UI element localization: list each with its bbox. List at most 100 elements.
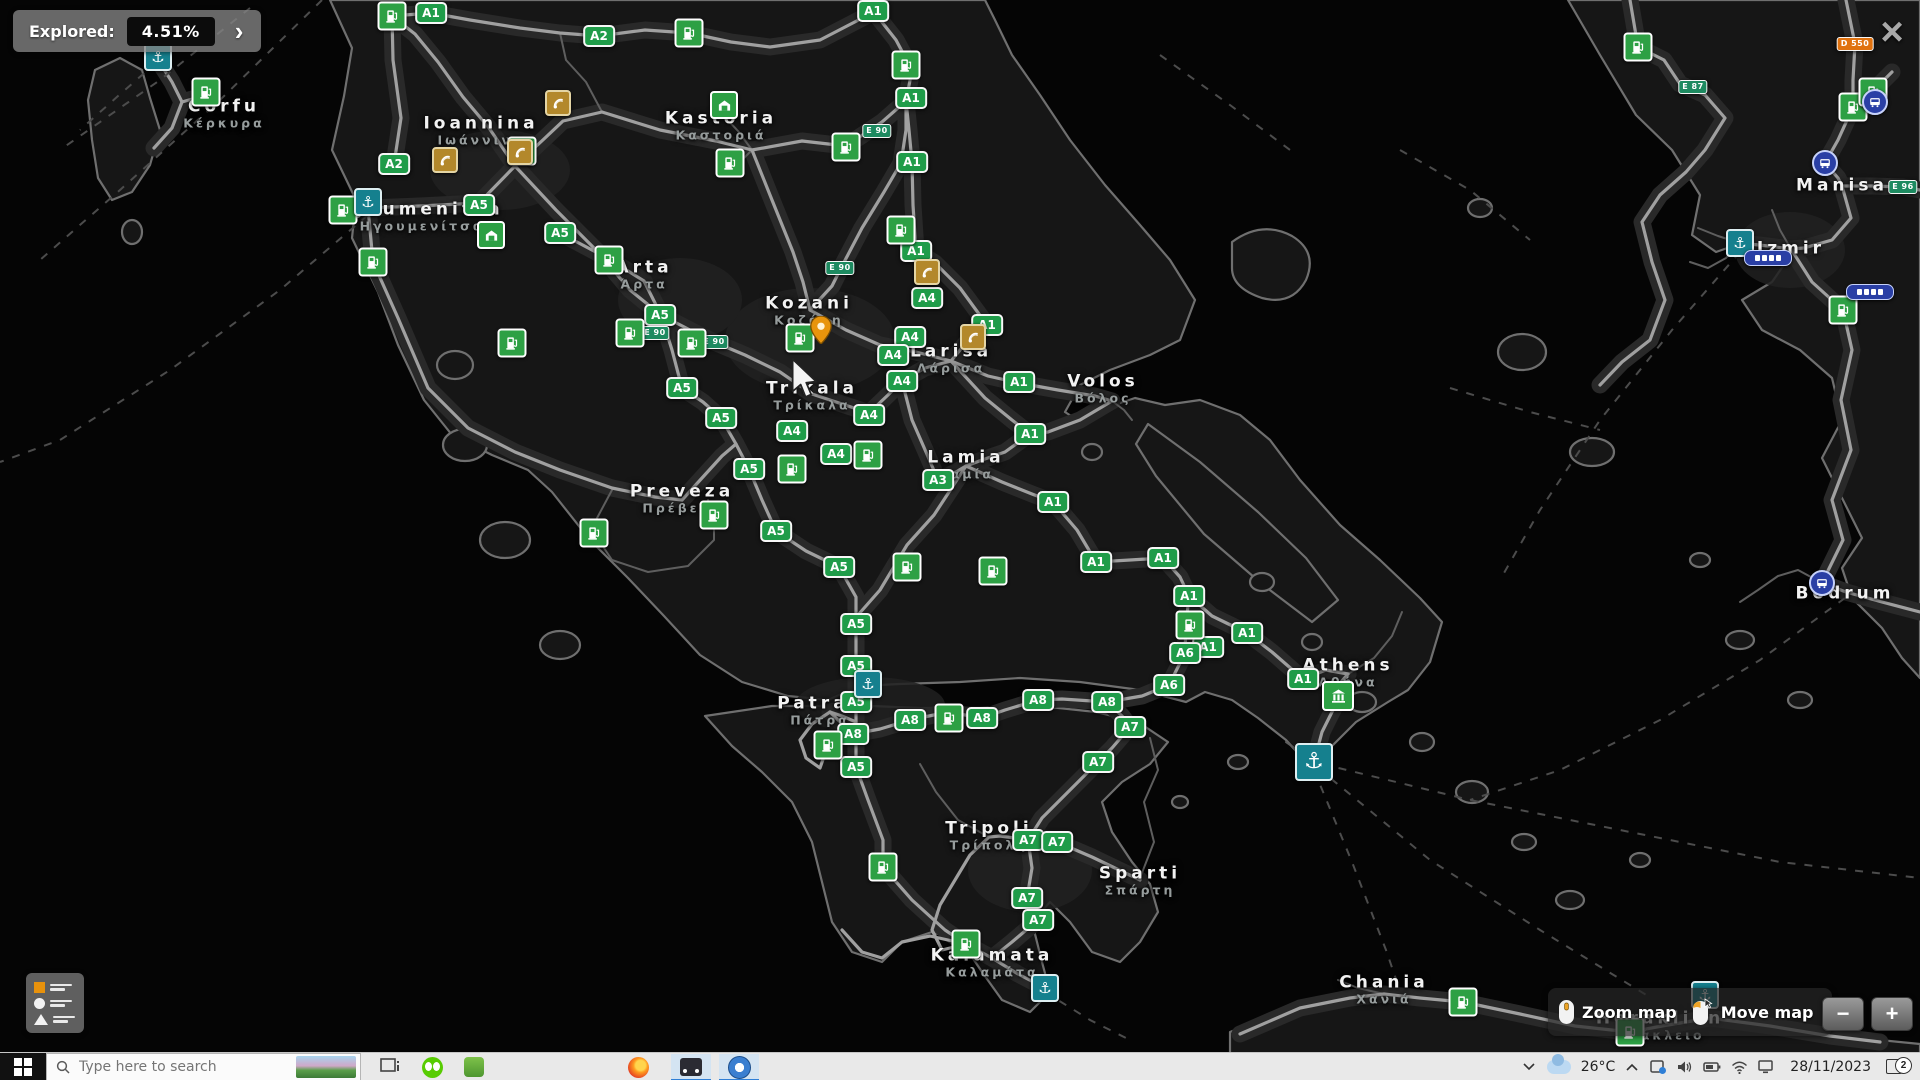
map-app-icon[interactable] (719, 1054, 759, 1080)
legend-row-symbol (34, 982, 72, 993)
search-icon (56, 1060, 70, 1074)
fuel-station-icon (359, 248, 388, 277)
explored-panel: Explored: 4.51% › (13, 10, 261, 52)
road-badge-a7: A7 (1041, 831, 1073, 853)
weather-cloud-icon[interactable] (1546, 1058, 1572, 1076)
viewpoint-icon (914, 259, 940, 285)
fuel-station-icon (893, 553, 922, 582)
road-badge-a1: A1 (1231, 622, 1263, 644)
road-badge-e-96: E 96 (1888, 180, 1917, 194)
map-controls-hint-panel: Zoom map Move map (1548, 988, 1832, 1036)
road-badge-a1: A1 (857, 0, 889, 22)
fuel-station-icon (616, 319, 645, 348)
notification-center-icon[interactable]: 2 (1886, 1058, 1910, 1076)
road-badge-a1: A1 (1287, 668, 1319, 690)
fuel-station-icon (832, 133, 861, 162)
road-badge-a6: A6 (1169, 642, 1201, 664)
road-badge-a4: A4 (911, 287, 943, 309)
road-badge-e-90: E 90 (825, 261, 854, 275)
search-input[interactable] (77, 1058, 266, 1076)
wifi-icon[interactable] (1730, 1058, 1748, 1076)
power-battery-icon[interactable] (1703, 1058, 1721, 1076)
date-label[interactable]: 28/11/2023 (1784, 1058, 1877, 1076)
road-badge-a4: A4 (853, 404, 885, 426)
athens-landmark-icon (1322, 681, 1354, 711)
city-label-kozani: KozaniΚοζάνη (765, 293, 853, 327)
viewpoint-icon (432, 147, 458, 173)
display-connect-icon[interactable] (1757, 1058, 1775, 1076)
legend-row-triangle (34, 1014, 75, 1025)
bus-stop-icon (1812, 150, 1838, 176)
close-map-icon[interactable]: × (1868, 8, 1916, 56)
start-button[interactable] (0, 1053, 46, 1080)
fuel-station-icon (869, 853, 898, 882)
road-badge-a1: A1 (896, 151, 928, 173)
tray-device-icon[interactable] (1649, 1058, 1667, 1076)
road-badge-a5: A5 (760, 520, 792, 542)
ets2-app-icon[interactable] (671, 1054, 711, 1080)
legend-row-circle (34, 998, 72, 1009)
road-badge-a7: A7 (1022, 909, 1054, 931)
fuel-station-icon (1449, 988, 1478, 1017)
zoom-in-button[interactable]: + (1871, 997, 1913, 1031)
fuel-station-icon (1624, 33, 1653, 62)
city-label-volos: VolosΒόλος (1067, 371, 1139, 405)
garage-icon (477, 221, 505, 249)
zoom-out-button[interactable]: − (1822, 997, 1864, 1031)
road-badge-a7: A7 (1082, 751, 1114, 773)
taskbar-search-box[interactable] (46, 1053, 361, 1080)
city-label-arta: ArtaΆρτα (615, 257, 672, 291)
city-label-chania: ChaniaΧανιά (1339, 972, 1428, 1006)
explored-expand-arrow-icon[interactable]: › (227, 18, 252, 44)
road-badge-a4: A4 (820, 443, 852, 465)
road-badge-a5: A5 (705, 407, 737, 429)
bus-stop-icon (1809, 570, 1835, 596)
volume-icon[interactable] (1676, 1058, 1694, 1076)
search-highlight-image[interactable] (296, 1056, 356, 1078)
windows-logo-icon (14, 1058, 32, 1076)
explored-label: Explored: (29, 22, 115, 41)
road-badge-a1: A1 (895, 87, 927, 109)
ferry-port-icon: ⚓ (354, 188, 382, 216)
city-label-manisa: Manisa (1796, 176, 1888, 195)
road-badge-a1: A1 (1147, 547, 1179, 569)
fuel-station-icon (675, 19, 704, 48)
browser-icon[interactable] (625, 1054, 651, 1080)
mouse-drag-icon (1692, 998, 1714, 1026)
fuel-station-icon (854, 441, 883, 470)
explored-value: 4.51% (127, 17, 215, 46)
road-badge-a4: A4 (776, 420, 808, 442)
fuel-station-icon (892, 51, 921, 80)
road-badge-a4: A4 (877, 344, 909, 366)
show-hidden-icons-chevron[interactable] (1624, 1060, 1640, 1074)
fuel-station-icon (887, 216, 916, 245)
map-items-layer: CorfuΚέρκυραIoanninaΙωάννιναKastoriaΚαστ… (0, 0, 1920, 1080)
temperature-label[interactable]: 26°C (1581, 1059, 1616, 1075)
mouse-scroll-icon (1558, 999, 1575, 1025)
bus-stop-icon (1862, 89, 1888, 115)
green-app-icon[interactable] (461, 1054, 487, 1080)
move-map-label: Move map (1721, 1003, 1814, 1022)
zoom-map-label: Zoom map (1582, 1003, 1677, 1022)
road-badge-a1: A1 (1014, 423, 1046, 445)
road-badge-a7: A7 (1011, 887, 1043, 909)
fuel-station-icon (700, 501, 729, 530)
road-badge-a1: A1 (415, 2, 447, 24)
fuel-station-icon (378, 2, 407, 31)
notification-count-badge: 2 (1895, 1057, 1912, 1074)
task-view-icon[interactable] (377, 1054, 403, 1080)
fuel-station-icon (786, 324, 815, 353)
road-badge-a2: A2 (583, 25, 615, 47)
road-badge-a8: A8 (966, 707, 998, 729)
map-legend-button[interactable] (26, 973, 84, 1033)
duolingo-icon[interactable] (419, 1054, 445, 1080)
road-badge-a7: A7 (1012, 829, 1044, 851)
viewpoint-icon (507, 139, 533, 165)
road-badge-a8: A8 (894, 709, 926, 731)
city-label-sparti: SpartiΣπάρτη (1099, 863, 1181, 897)
road-name-pill (1846, 284, 1894, 300)
road-badge-a8: A8 (1091, 691, 1123, 713)
windows-taskbar: 26°C 28/11/2023 2 (0, 1052, 1920, 1080)
language-chevron-icon[interactable] (1521, 1060, 1537, 1074)
system-tray: 26°C 28/11/2023 2 (1521, 1053, 1920, 1080)
